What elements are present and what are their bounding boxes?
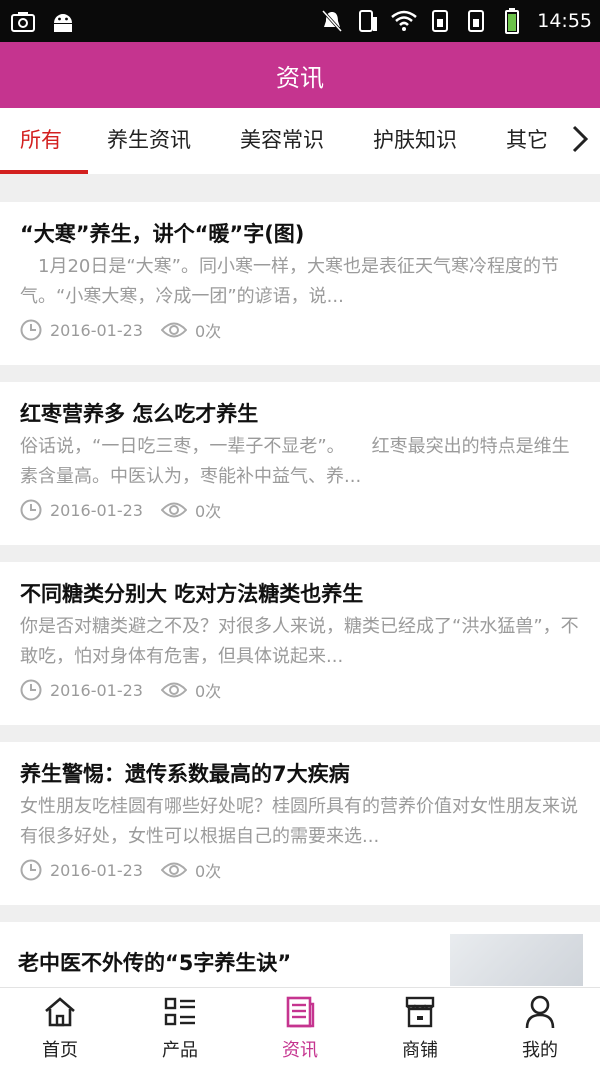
tab-skincare[interactable]: 护肤知识 [373,108,457,174]
clock-icon [20,498,44,522]
nav-me[interactable]: 我的 [480,988,600,1068]
article-title: 不同糖类分别大 吃对方法糖类也养生 [20,582,364,606]
nav-products[interactable]: 产品 [120,988,240,1068]
active-tab-indicator [0,170,88,174]
article-views: 0次 [194,862,222,881]
tab-health-news[interactable]: 养生资讯 [107,108,191,174]
nav-home[interactable]: 首页 [0,988,120,1068]
phone-signal-icon [355,8,381,34]
nav-news-label: 资讯 [282,1040,318,1061]
user-icon [522,994,558,1030]
eye-icon [160,678,189,702]
article-card[interactable]: “大寒”养生，讲个“暖”字(图) 1月20日是“大寒”。同小寒一样，大寒也是表征… [0,202,600,365]
article-card[interactable]: 养生警惕：遗传系数最高的7大疾病 女性朋友吃桂圆有哪些好处呢？桂圆所具有的营养价… [0,742,600,905]
home-icon [42,994,78,1030]
article-date: 2016-01-23 [50,500,143,520]
wifi-icon [391,8,418,34]
screenshot-icon [10,9,36,35]
app-header: 资讯 [0,42,600,108]
nav-shop[interactable]: 商铺 [360,988,480,1068]
article-meta: 2016-01-23 0次 [20,858,221,882]
article-summary: 俗话说，“一日吃三枣，一辈子不显老”。 红枣最突出的特点是维生素含量高。中医认为… [20,436,570,487]
article-title: 红枣营养多 怎么吃才养生 [20,402,259,426]
article-date: 2016-01-23 [50,680,143,700]
nav-news[interactable]: 资讯 [240,988,360,1068]
nav-me-label: 我的 [522,1040,558,1061]
article-meta: 2016-01-23 0次 [20,498,221,522]
article-title: 老中医不外传的“5字养生诀” [18,951,292,975]
tab-beauty-tips[interactable]: 美容常识 [240,108,324,174]
news-icon [282,994,318,1030]
eye-icon [160,318,189,342]
clock-icon [20,318,44,342]
status-time: 14:55 [537,10,592,32]
product-list-icon [162,994,198,1030]
article-title: “大寒”养生，讲个“暖”字(图) [20,222,305,246]
article-card[interactable]: 红枣营养多 怎么吃才养生 俗话说，“一日吃三枣，一辈子不显老”。 红枣最突出的特… [0,382,600,545]
sim2-icon [463,8,489,34]
clock-icon [20,858,44,882]
article-date: 2016-01-23 [50,860,143,880]
article-date: 2016-01-23 [50,320,143,340]
tabs-scroll-right-button[interactable] [560,108,600,174]
shop-icon [402,994,438,1030]
article-summary: 女性朋友吃桂圆有哪些好处呢？桂圆所具有的营养价值对女性朋友来说有很多好处，女性可… [20,796,578,847]
article-card[interactable]: 不同糖类分别大 吃对方法糖类也养生 你是否对糖类避之不及？对很多人来说，糖类已经… [0,562,600,725]
article-views: 0次 [194,322,222,341]
article-summary: 1月20日是“大寒”。同小寒一样，大寒也是表征天气寒冷程度的节气。“小寒大寒，冷… [20,256,560,307]
chevron-right-icon [571,124,589,158]
article-summary: 你是否对糖类避之不及？对很多人来说，糖类已经成了“洪水猛兽”，不敢吃，怕对身体有… [20,616,579,667]
sim1-icon [427,8,453,34]
clock-icon [20,678,44,702]
status-bar: 14:55 [0,0,600,42]
article-title: 养生警惕：遗传系数最高的7大疾病 [20,762,350,786]
nav-products-label: 产品 [162,1040,198,1061]
article-views: 0次 [194,682,222,701]
mute-icon [319,8,345,34]
article-meta: 2016-01-23 0次 [20,678,221,702]
article-views: 0次 [194,502,222,521]
tab-all[interactable]: 所有 [20,108,62,174]
tab-other[interactable]: 其它 [506,108,548,174]
nav-shop-label: 商铺 [402,1040,438,1061]
category-tabs: 所有 养生资讯 美容常识 护肤知识 其它 [0,108,600,174]
battery-icon [499,8,525,34]
eye-icon [160,858,189,882]
page-title: 资讯 [276,63,324,92]
eye-icon [160,498,189,522]
android-icon [50,9,76,35]
article-meta: 2016-01-23 0次 [20,318,221,342]
article-thumbnail [450,934,583,986]
nav-home-label: 首页 [42,1040,78,1061]
bottom-nav: 首页 产品 资讯 商铺 我的 [0,987,600,1068]
